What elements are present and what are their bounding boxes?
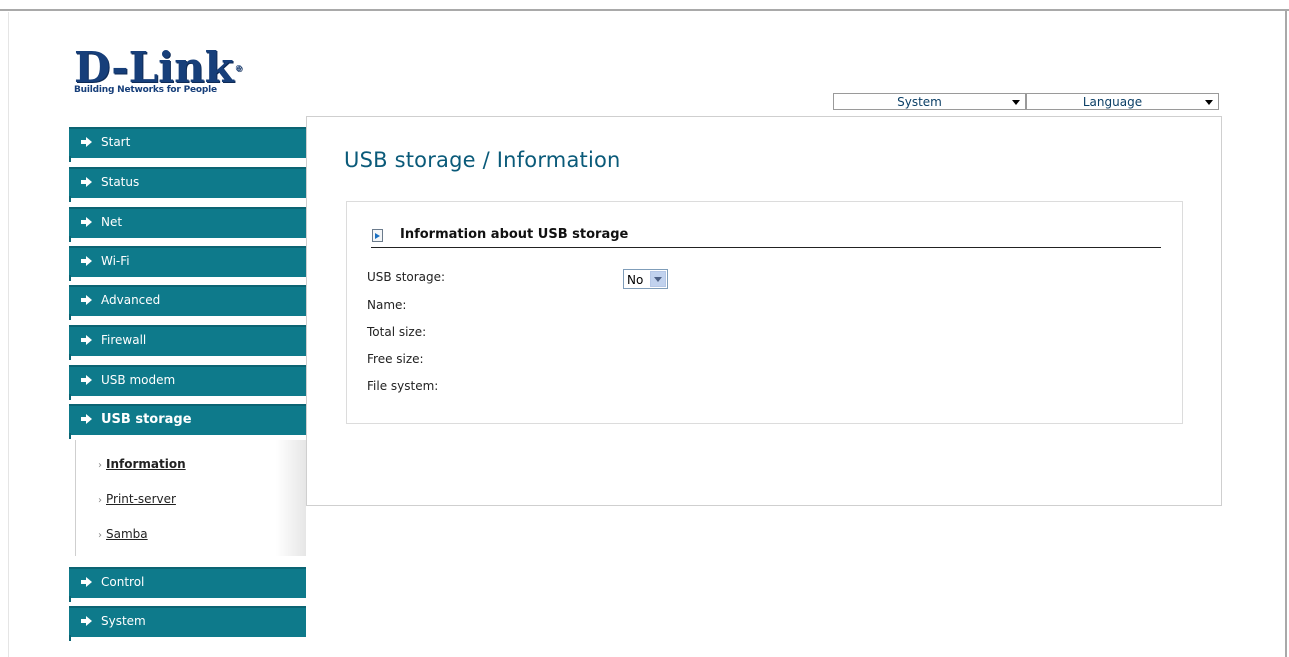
submenu-bullet: › [98,530,102,541]
usb-storage-label: USB storage: [367,270,446,284]
name-label: Name: [367,298,407,312]
sidebar-item-label: Start [101,135,131,149]
submenu-bullet: › [98,495,102,506]
usb-storage-value: No [627,273,644,287]
panel-divider [371,247,1161,248]
submenu-shadow [276,440,306,556]
arrow-right-icon [81,335,92,345]
sidebar-item-start[interactable]: Start [69,127,306,162]
arrow-right-icon [81,414,92,424]
sidebar-item-label: USB modem [101,373,176,387]
sidebar-item-wifi[interactable]: Wi-Fi [69,246,306,281]
window-left-border [8,12,9,657]
arrow-right-icon [81,577,92,587]
sidebar-item-label: Control [101,575,145,589]
sidebar-item-net[interactable]: Net [69,207,306,242]
panel-title: Information about USB storage [400,227,629,242]
sidebar-item-control[interactable]: Control [69,567,306,602]
section-arrow-icon [372,229,383,242]
window-right-border [1285,9,1287,657]
sidebar-item-system[interactable]: System [69,606,306,641]
sidebar-item-label: Wi-Fi [101,254,130,268]
system-menu-label: System [897,95,942,109]
chevron-down-icon[interactable] [650,271,666,287]
file-system-label: File system: [367,379,439,393]
submenu-bullet: › [98,460,102,471]
arrow-right-icon [81,375,92,385]
arrow-right-icon [81,177,92,187]
chevron-down-icon [1205,100,1213,105]
usb-storage-select[interactable]: No [623,269,668,289]
sidebar-item-usb-storage[interactable]: USB storage [69,404,306,439]
submenu-item-samba[interactable]: › Samba [98,527,148,541]
arrow-right-icon [81,295,92,305]
sidebar-item-firewall[interactable]: Firewall [69,325,306,360]
submenu-label: Samba [106,527,148,541]
chevron-down-icon [1012,100,1020,105]
sidebar-item-status[interactable]: Status [69,167,306,202]
sidebar-item-label: USB storage [101,412,192,427]
submenu-guide-line [75,440,76,556]
sidebar-item-label: Status [101,175,140,189]
language-menu-label: Language [1082,95,1143,109]
sidebar-item-label: Net [101,215,123,229]
window-top-border [0,9,1289,11]
logo-registered-mark: ® [234,63,243,73]
submenu-item-information[interactable]: › Information [98,457,186,471]
language-menu-select[interactable]: Language [1026,93,1219,110]
arrow-right-icon [81,616,92,626]
sidebar-item-advanced[interactable]: Advanced [69,285,306,320]
dlink-logo[interactable]: D-Link® Building Networks for People [74,47,264,96]
page-title: USB storage / Information [344,148,621,172]
arrow-right-icon [81,217,92,227]
submenu-label: Information [106,457,186,471]
sidebar-item-label: Advanced [101,293,161,307]
logo-wordmark: D-Link® [74,47,264,89]
submenu-item-print-server[interactable]: › Print-server [98,492,176,506]
sidebar-item-label: Firewall [101,333,147,347]
sidebar-item-usb-modem[interactable]: USB modem [69,365,306,400]
free-size-label: Free size: [367,352,424,366]
total-size-label: Total size: [367,325,427,339]
submenu-label: Print-server [106,492,176,506]
arrow-right-icon [81,256,92,266]
system-menu-select[interactable]: System [833,93,1026,110]
logo-tagline: Building Networks for People [74,85,217,95]
sidebar-item-label: System [101,614,146,628]
arrow-right-icon [81,137,92,147]
